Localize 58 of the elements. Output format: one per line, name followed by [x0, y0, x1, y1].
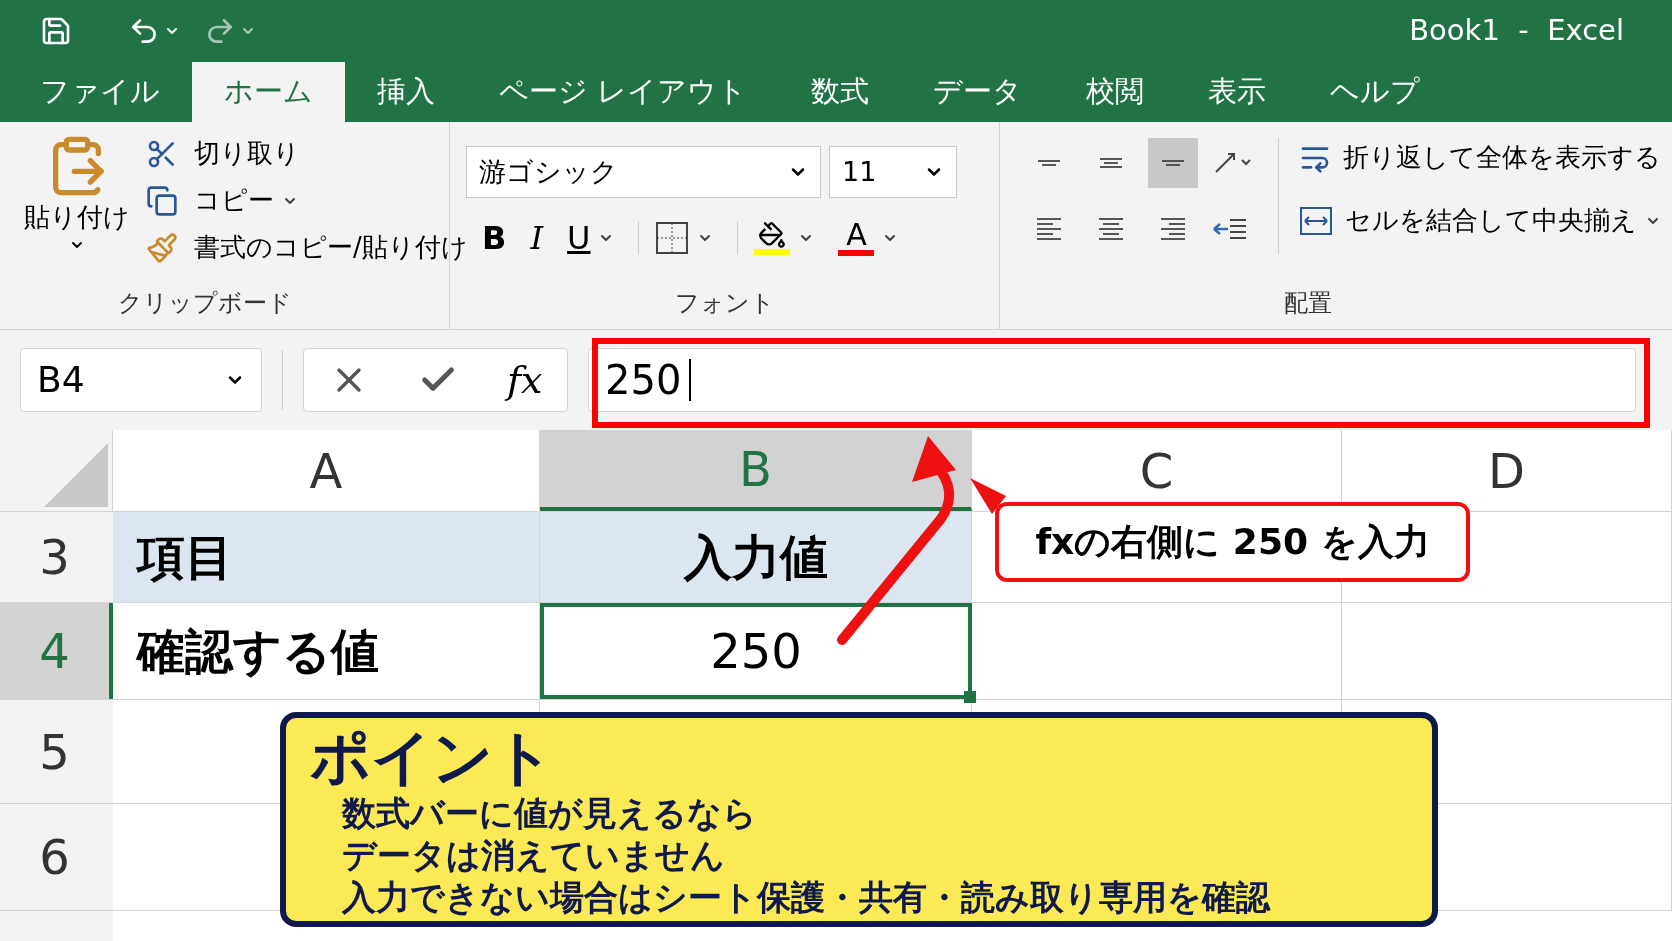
underline-button[interactable]: U	[567, 214, 591, 262]
italic-button[interactable]: I	[530, 214, 544, 262]
row-header[interactable]: 6	[0, 804, 113, 910]
name-box[interactable]: B4	[20, 348, 262, 412]
ribbon-tab[interactable]: 校閲	[1054, 62, 1177, 122]
fill-color-button[interactable]	[754, 221, 791, 255]
format-painter-button[interactable]: 書式のコピー/貼り付け	[146, 228, 468, 267]
ribbon-tab[interactable]: ヘルプ	[1298, 62, 1453, 122]
column-header[interactable]: D	[1342, 430, 1672, 511]
align-top-icon	[1037, 160, 1061, 166]
column-header[interactable]: A	[113, 430, 540, 511]
ribbon-tab[interactable]: ホーム	[192, 62, 345, 122]
table-cell[interactable]: 確認する値	[113, 603, 540, 699]
copy-button[interactable]: コピー	[146, 181, 274, 220]
align-bottom-icon	[1161, 160, 1185, 166]
ribbon-tab[interactable]: ページ レイアウト	[467, 62, 780, 122]
callout: fxの右側に 250 を入力	[995, 502, 1470, 582]
insert-function-button[interactable]: fx	[506, 351, 543, 409]
copy-icon	[146, 184, 178, 217]
ribbon-tab[interactable]: 表示	[1176, 62, 1299, 122]
ribbon-tab[interactable]: 数式	[779, 62, 902, 122]
merge-center-button[interactable]: セルを結合して中央揃え	[1299, 201, 1637, 240]
table-cell[interactable]: 入力値	[540, 512, 972, 602]
column-header[interactable]: B	[540, 430, 972, 511]
paintbrush-icon	[146, 231, 178, 264]
borders-icon[interactable]	[655, 221, 690, 255]
bold-button[interactable]: B	[482, 214, 507, 262]
group-label: 配置	[1283, 288, 1333, 319]
align-middle-icon	[1099, 158, 1123, 168]
wrap-text-button[interactable]: 折り返して全体を表示する	[1299, 138, 1661, 177]
table-cell[interactable]: 項目	[113, 512, 540, 602]
font-name-dropdown[interactable]: 游ゴシック	[466, 146, 821, 198]
point-title: ポイント	[310, 722, 555, 792]
ribbon-tab[interactable]: ファイル	[8, 62, 192, 122]
row-header[interactable]: 3	[0, 512, 113, 602]
ribbon-tab[interactable]: データ	[901, 62, 1055, 122]
save-icon[interactable]	[40, 15, 72, 47]
align-left-icon	[1037, 218, 1061, 240]
row-header[interactable]: 4	[0, 603, 113, 699]
group-label: クリップボード	[116, 288, 293, 319]
ribbon-tab[interactable]: 挿入	[345, 62, 467, 122]
callout-pointer-icon	[968, 476, 1008, 516]
merge-cells-icon	[1299, 205, 1333, 236]
align-center-icon	[1099, 218, 1123, 240]
row-header[interactable]: 5	[0, 700, 113, 803]
font-size-dropdown[interactable]: 11	[829, 146, 957, 198]
cut-button[interactable]: 切り取り	[146, 134, 468, 173]
align-right-icon	[1161, 218, 1185, 240]
formula-input[interactable]: 250	[588, 348, 1636, 412]
group-label: フォント	[673, 288, 776, 319]
point-text: 数式バーに値が見えるなら	[340, 792, 758, 834]
vertical-align-button[interactable]	[1148, 138, 1198, 188]
font-color-button[interactable]: A	[838, 220, 875, 256]
point-text: データは消えていません	[341, 834, 726, 876]
fill-handle[interactable]	[964, 691, 976, 703]
point-text: 入力できない場合はシート保護・共有・読み取り専用を確認	[341, 876, 1272, 918]
window-title: Book1 - Excel	[1409, 12, 1624, 50]
paste-button[interactable]: 貼り付け	[24, 134, 130, 285]
